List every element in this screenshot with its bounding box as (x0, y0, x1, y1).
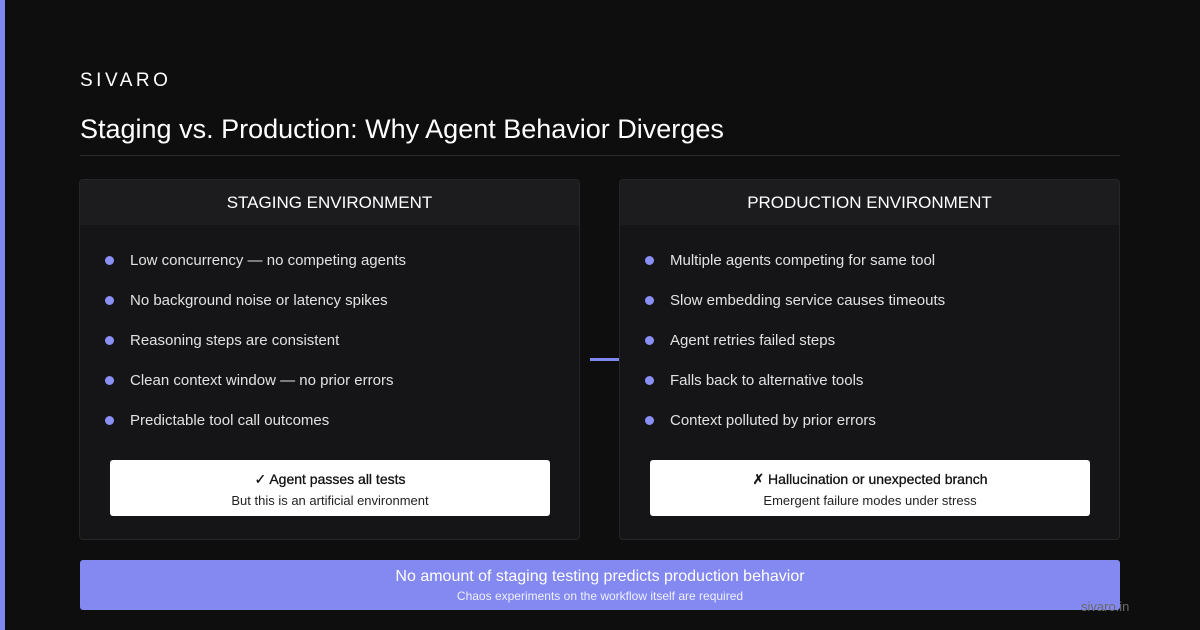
list-item: Multiple agents competing for same tool (645, 240, 945, 280)
bullet-text: Context polluted by prior errors (670, 411, 876, 429)
staging-result-box: ✓ Agent passes all tests But this is an … (110, 460, 550, 516)
bullet-dot-icon (645, 335, 654, 345)
staging-result-title: ✓ Agent passes all tests (254, 471, 406, 487)
bullet-dot-icon (645, 255, 654, 265)
banner-subtitle: Chaos experiments on the workflow itself… (456, 589, 744, 603)
list-item: Falls back to alternative tools (645, 360, 945, 400)
production-result-title: ✗ Hallucination or unexpected branch (752, 471, 988, 487)
staging-bullet-list: Low concurrency — no competing agents No… (105, 250, 406, 450)
production-panel: PRODUCTION ENVIRONMENT Multiple agents c… (619, 179, 1120, 540)
bullet-text: Slow embedding service causes timeouts (670, 291, 946, 309)
brand-logo: SIVARO (80, 70, 172, 91)
bullet-text: Predictable tool call outcomes (130, 411, 330, 429)
bullet-dot-icon (105, 255, 114, 265)
left-accent-bar (0, 0, 5, 630)
bullet-dot-icon (645, 375, 654, 385)
page-title: Staging vs. Production: Why Agent Behavi… (80, 114, 724, 144)
list-item: Slow embedding service causes timeouts (645, 280, 945, 320)
bullet-dot-icon (645, 415, 654, 425)
production-bullet-list: Multiple agents competing for same tool … (645, 250, 945, 450)
bullet-text: Falls back to alternative tools (670, 371, 864, 389)
list-item: Reasoning steps are consistent (105, 320, 406, 360)
list-item: No background noise or latency spikes (105, 280, 406, 320)
banner-title: No amount of staging testing predicts pr… (395, 568, 805, 585)
bullet-text: Agent retries failed steps (670, 331, 836, 349)
bullet-text: Low concurrency — no competing agents (130, 251, 406, 269)
bullet-text: Multiple agents competing for same tool (670, 251, 936, 269)
list-item: Clean context window — no prior errors (105, 360, 406, 400)
list-item: Context polluted by prior errors (645, 400, 945, 440)
bullet-text: Clean context window — no prior errors (130, 371, 394, 389)
production-result-box: ✗ Hallucination or unexpected branch Eme… (650, 460, 1090, 516)
bullet-dot-icon (105, 335, 114, 345)
staging-panel: STAGING ENVIRONMENT Low concurrency — no… (79, 179, 580, 540)
staging-result-subtitle: But this is an artificial environment (231, 493, 429, 508)
list-item: Low concurrency — no competing agents (105, 240, 406, 280)
bullet-dot-icon (645, 295, 654, 305)
list-item: Agent retries failed steps (645, 320, 945, 360)
panel-connector (590, 358, 620, 361)
production-result-subtitle: Emergent failure modes under stress (763, 493, 977, 508)
list-item: Predictable tool call outcomes (105, 400, 406, 440)
title-divider (80, 155, 1120, 156)
bullet-dot-icon (105, 375, 114, 385)
staging-panel-header: STAGING ENVIRONMENT (80, 180, 579, 225)
production-panel-header: PRODUCTION ENVIRONMENT (620, 180, 1119, 225)
conclusion-banner: No amount of staging testing predicts pr… (80, 560, 1120, 610)
bullet-text: No background noise or latency spikes (130, 291, 388, 309)
bullet-text: Reasoning steps are consistent (130, 331, 340, 349)
bullet-dot-icon (105, 295, 114, 305)
bullet-dot-icon (105, 415, 114, 425)
footer-url: sivaro.in (1081, 599, 1130, 614)
